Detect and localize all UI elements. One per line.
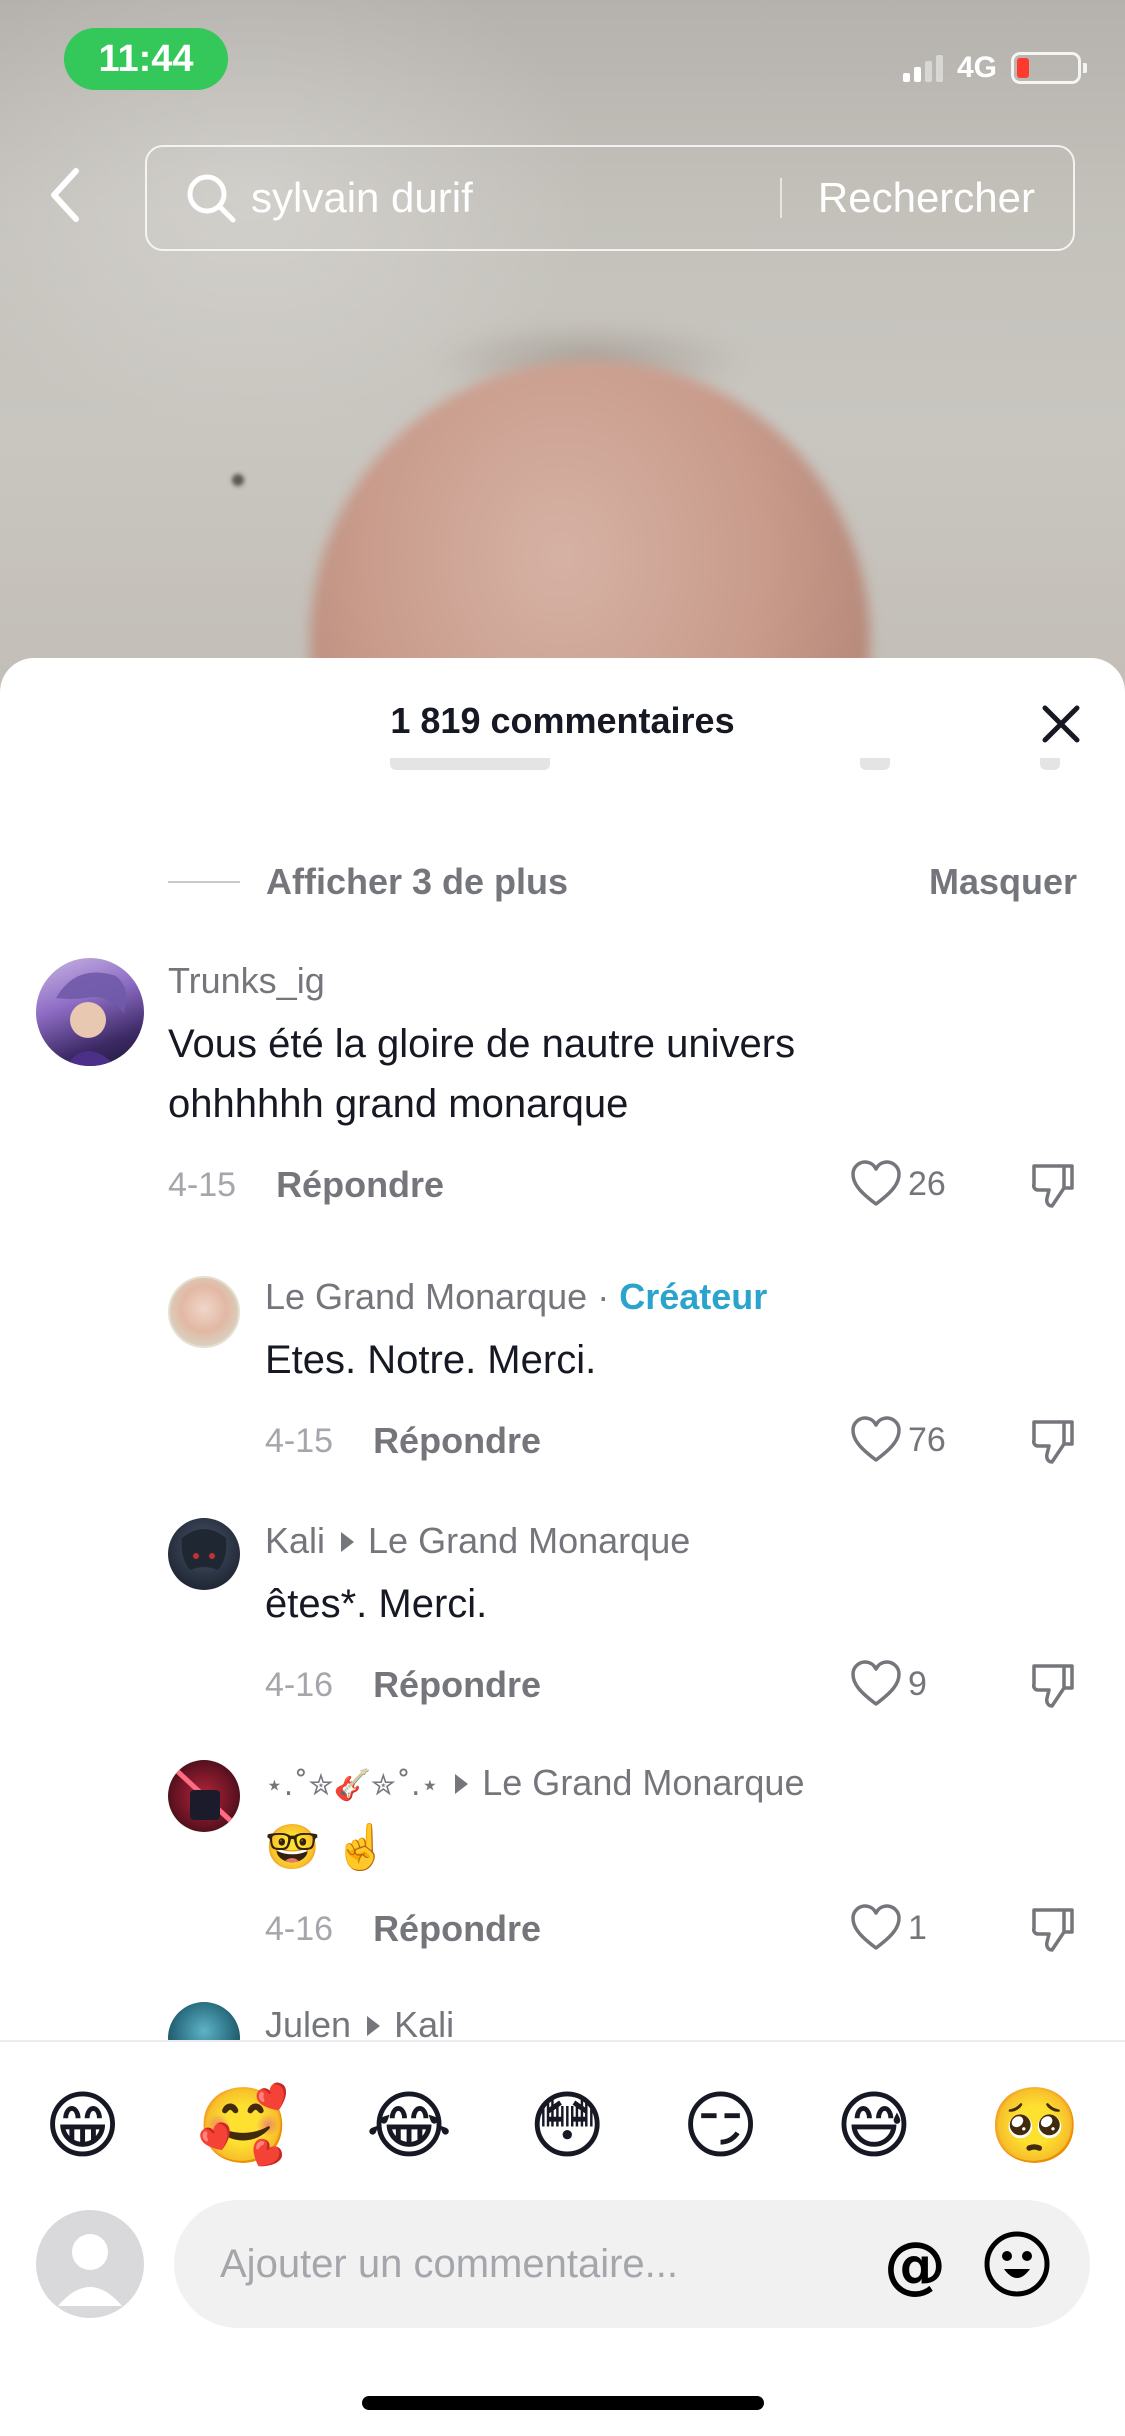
comment-author: ⋆.˚✮🎸✮˚.⋆ Le Grand Monarque bbox=[265, 1762, 804, 1804]
reply-button[interactable]: Répondre bbox=[276, 1164, 444, 1206]
show-more-replies[interactable]: Afficher 3 de plus bbox=[168, 858, 568, 906]
like-count: 26 bbox=[908, 1164, 946, 1203]
comment-meta: 4-15 Répondre bbox=[265, 1420, 541, 1462]
search-bar[interactable]: sylvain durif Rechercher bbox=[145, 145, 1075, 251]
heart-icon bbox=[851, 1160, 901, 1206]
hide-replies-button[interactable]: Masquer bbox=[929, 858, 1077, 906]
author-separator: · bbox=[597, 1276, 610, 1317]
reply-to-name[interactable]: Le Grand Monarque bbox=[482, 1762, 804, 1803]
emoji-grin[interactable]: 😁 bbox=[44, 2089, 121, 2163]
comment-text: Vous été la gloire de nautre univers bbox=[168, 1022, 796, 1066]
avatar[interactable] bbox=[36, 958, 144, 1066]
signal-icon bbox=[902, 54, 943, 82]
avatar[interactable] bbox=[168, 1276, 240, 1348]
video-background[interactable] bbox=[0, 0, 1125, 720]
emoji-smiling-hearts[interactable]: 🥰 bbox=[197, 2089, 289, 2163]
thumbs-down-icon bbox=[1032, 1420, 1074, 1464]
comment-date: 4-15 bbox=[168, 1165, 237, 1204]
comment-date: 4-16 bbox=[265, 1909, 334, 1948]
emoji-sweat-smile[interactable]: 😅 bbox=[835, 2089, 912, 2163]
comment-text: 🤓 ☝️ bbox=[265, 1822, 389, 1873]
avatar[interactable] bbox=[168, 1518, 240, 1590]
comment-input-row: Ajouter un commentaire... @ bbox=[0, 2200, 1125, 2340]
emoji-pleading[interactable]: 🥺 bbox=[989, 2089, 1081, 2163]
like-button[interactable]: 9 bbox=[850, 1660, 927, 1708]
creator-badge: Créateur bbox=[619, 1276, 768, 1317]
comment-date: 4-15 bbox=[265, 1421, 334, 1460]
author-name[interactable]: ⋆.˚✮🎸✮˚.⋆ bbox=[265, 1768, 439, 1803]
comment-date: 4-16 bbox=[265, 1665, 334, 1704]
status-time: 11:44 bbox=[64, 28, 228, 90]
thumbs-down-icon bbox=[1032, 1664, 1074, 1708]
comment-author[interactable]: Trunks_ig bbox=[168, 960, 325, 1002]
avatar[interactable] bbox=[168, 1760, 240, 1832]
close-button[interactable] bbox=[1031, 694, 1091, 754]
dislike-button[interactable] bbox=[1030, 1162, 1076, 1215]
comment-text-cont: ohhhhhh grand monarque bbox=[168, 1082, 629, 1126]
reply-button[interactable]: Répondre bbox=[373, 1908, 541, 1950]
comment-text: êtes*. Merci. bbox=[265, 1582, 488, 1626]
reply-button[interactable]: Répondre bbox=[373, 1664, 541, 1706]
user-avatar[interactable] bbox=[36, 2210, 144, 2318]
like-count: 9 bbox=[908, 1664, 927, 1703]
dislike-button[interactable] bbox=[1030, 1906, 1076, 1959]
close-icon bbox=[1042, 705, 1080, 743]
reply-arrow-icon bbox=[455, 1773, 469, 1794]
emoji-picker-button[interactable] bbox=[982, 2229, 1052, 2299]
dislike-button[interactable] bbox=[1030, 1418, 1076, 1471]
chevron-left-icon bbox=[51, 168, 79, 222]
like-button[interactable]: 1 bbox=[850, 1904, 927, 1952]
comment-text: Etes. Notre. Merci. bbox=[265, 1338, 597, 1382]
like-button[interactable]: 76 bbox=[850, 1416, 946, 1464]
mention-button[interactable]: @ bbox=[884, 2228, 946, 2301]
show-more-label: Afficher 3 de plus bbox=[266, 861, 569, 902]
author-name[interactable]: Kali bbox=[265, 1520, 325, 1561]
search-icon bbox=[185, 172, 237, 224]
comment-meta: 4-16 Répondre bbox=[265, 1908, 541, 1950]
reply-arrow-icon bbox=[367, 2015, 381, 2036]
reply-arrow-icon bbox=[341, 1531, 355, 1552]
search-input[interactable]: sylvain durif bbox=[251, 174, 780, 222]
reply-to-name[interactable]: Le Grand Monarque bbox=[368, 1520, 690, 1561]
divider-line bbox=[168, 881, 240, 883]
home-indicator bbox=[362, 2396, 764, 2410]
status-indicators: 4G bbox=[902, 48, 1087, 88]
emoji-tears-of-joy[interactable]: 😂 bbox=[366, 2089, 452, 2163]
thumbs-down-icon bbox=[1032, 1164, 1074, 1208]
comment-author: Le Grand Monarque · Créateur bbox=[265, 1276, 767, 1318]
emoji-flushed[interactable]: 😳 bbox=[529, 2089, 606, 2163]
comments-count-title: 1 819 commentaires bbox=[390, 700, 735, 741]
like-count: 76 bbox=[908, 1420, 946, 1459]
network-type: 4G bbox=[956, 51, 997, 84]
smiley-icon bbox=[984, 2231, 1050, 2297]
scrolled-comment-remnant bbox=[0, 758, 1125, 788]
emoji-smirk[interactable]: 😏 bbox=[682, 2089, 759, 2163]
video-wall-spot bbox=[232, 474, 244, 486]
search-submit-button[interactable]: Rechercher bbox=[782, 174, 1073, 222]
heart-icon bbox=[851, 1660, 901, 1706]
reply-button[interactable]: Répondre bbox=[373, 1420, 541, 1462]
emoji-quick-bar: 😁 🥰 😂 😳 😏 😅 🥺 bbox=[0, 2040, 1125, 2210]
heart-icon bbox=[851, 1416, 901, 1462]
default-avatar-icon bbox=[58, 2234, 122, 2306]
comment-input[interactable]: Ajouter un commentaire... @ bbox=[174, 2200, 1090, 2328]
author-name[interactable]: Julen bbox=[265, 2004, 351, 2045]
back-button[interactable] bbox=[40, 160, 90, 230]
reply-to-name[interactable]: Kali bbox=[394, 2004, 454, 2045]
like-count: 1 bbox=[908, 1908, 927, 1947]
heart-icon bbox=[851, 1904, 901, 1950]
comment-input-placeholder: Ajouter un commentaire... bbox=[220, 2241, 678, 2286]
battery-icon bbox=[1011, 52, 1087, 84]
comment-meta: 4-15 Répondre bbox=[168, 1164, 444, 1206]
comment-author: Kali Le Grand Monarque bbox=[265, 1520, 690, 1562]
like-button[interactable]: 26 bbox=[850, 1160, 946, 1208]
thumbs-down-icon bbox=[1032, 1908, 1074, 1952]
dislike-button[interactable] bbox=[1030, 1662, 1076, 1715]
author-name[interactable]: Le Grand Monarque bbox=[265, 1276, 587, 1317]
comment-meta: 4-16 Répondre bbox=[265, 1664, 541, 1706]
